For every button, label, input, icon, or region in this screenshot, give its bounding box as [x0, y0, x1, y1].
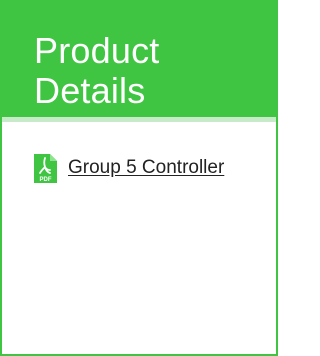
header-divider — [2, 117, 276, 122]
group-5-controller-link[interactable]: Group 5 Controller — [68, 156, 224, 180]
pdf-file-icon: PDF — [34, 153, 57, 183]
product-details-panel: Product Details PDF Group 5 Controller — [0, 0, 278, 356]
panel-title: Product Details — [34, 30, 160, 111]
pdf-icon-label: PDF — [40, 177, 52, 183]
document-link-item[interactable]: PDF Group 5 Controller — [34, 148, 224, 188]
panel-header: Product Details — [2, 2, 276, 117]
